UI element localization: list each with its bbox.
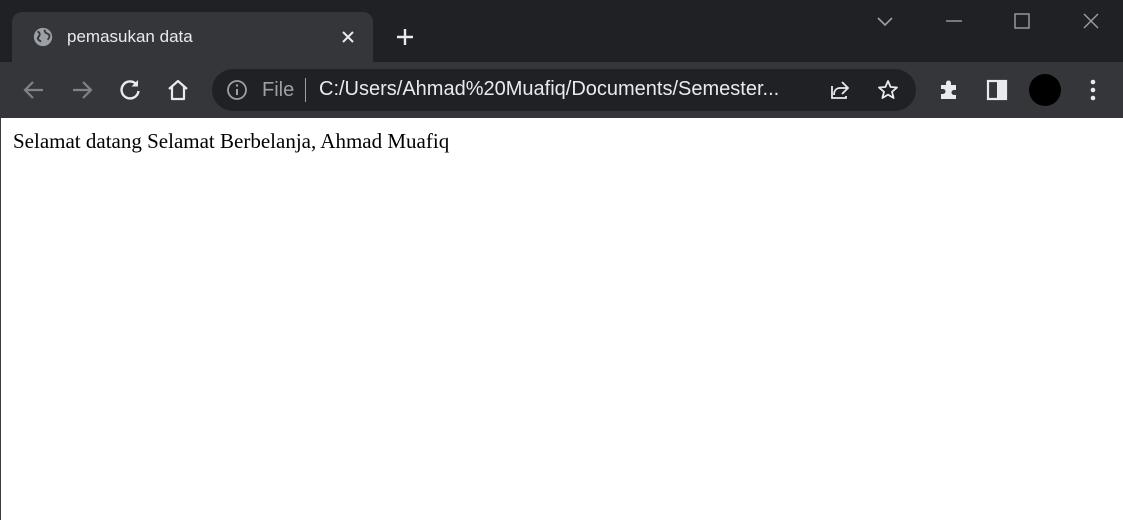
profile-avatar[interactable]	[1029, 74, 1061, 106]
new-tab-icon[interactable]	[393, 25, 417, 49]
reload-icon[interactable]	[117, 77, 143, 103]
minimize-icon[interactable]	[943, 10, 965, 32]
omnibox-divider	[305, 78, 306, 102]
address-bar[interactable]: File C:/Users/Ahmad%20Muafiq/Documents/S…	[212, 69, 916, 111]
share-icon[interactable]	[828, 78, 852, 102]
tab-search-chevron-icon[interactable]	[874, 10, 896, 32]
url-text[interactable]: C:/Users/Ahmad%20Muafiq/Documents/Semest…	[319, 78, 779, 101]
extensions-puzzle-icon[interactable]	[936, 77, 962, 103]
close-window-icon[interactable]	[1080, 10, 1102, 32]
maximize-icon[interactable]	[1011, 10, 1033, 32]
globe-icon	[33, 27, 53, 47]
back-arrow-icon[interactable]	[21, 77, 47, 103]
window-left-border	[0, 118, 1, 520]
home-icon[interactable]	[165, 77, 191, 103]
browser-tab-active[interactable]: pemasukan data	[12, 12, 373, 62]
info-icon[interactable]	[226, 79, 248, 101]
bookmark-star-icon[interactable]	[876, 78, 900, 102]
side-panel-icon[interactable]	[984, 77, 1010, 103]
more-menu-icon[interactable]	[1080, 77, 1106, 103]
browser-toolbar: File C:/Users/Ahmad%20Muafiq/Documents/S…	[0, 62, 1123, 118]
scheme-label: File	[262, 79, 295, 101]
tab-close-icon[interactable]	[338, 27, 358, 47]
forward-arrow-icon[interactable]	[69, 77, 95, 103]
greeting-text: Selamat datang Selamat Berbelanja, Ahmad…	[13, 129, 450, 153]
tab-title: pemasukan data	[67, 27, 193, 46]
browser-titlebar: pemasukan data	[0, 0, 1123, 62]
